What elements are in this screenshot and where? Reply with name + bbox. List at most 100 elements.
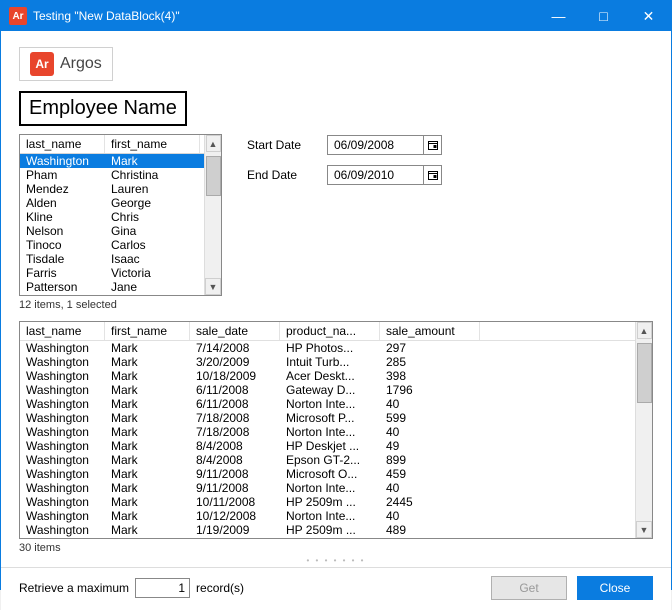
employee-list-row[interactable]: WashingtonMark bbox=[20, 154, 204, 168]
employee-list-scrollbar[interactable]: ▲ ▼ bbox=[204, 135, 221, 295]
cell-last-name: Kline bbox=[20, 210, 105, 224]
close-window-button[interactable]: ✕ bbox=[626, 1, 671, 31]
details-row[interactable]: WashingtonMark6/11/2008Gateway D...1796 bbox=[20, 383, 635, 397]
details-scroll-up-button[interactable]: ▲ bbox=[637, 322, 652, 339]
dcell-date: 10/18/2009 bbox=[190, 369, 280, 383]
details-row[interactable]: WashingtonMark9/11/2008Microsoft O...459 bbox=[20, 467, 635, 481]
close-button[interactable]: Close bbox=[577, 576, 653, 600]
dcell-product: HP 2509m ... bbox=[280, 495, 380, 509]
details-row[interactable]: WashingtonMark7/18/2008Microsoft P...599 bbox=[20, 411, 635, 425]
dcol-first-name[interactable]: first_name bbox=[105, 322, 190, 340]
minimize-button[interactable]: ― bbox=[536, 1, 581, 31]
dcell-last: Washington bbox=[20, 369, 105, 383]
employee-list-row[interactable]: PattersonJane bbox=[20, 280, 204, 294]
dcol-product[interactable]: product_na... bbox=[280, 322, 380, 340]
dcell-product: Epson GT-2... bbox=[280, 453, 380, 467]
dcell-date: 7/18/2008 bbox=[190, 411, 280, 425]
details-row[interactable]: WashingtonMark10/12/2008Norton Inte...40 bbox=[20, 509, 635, 523]
dcell-amount: 398 bbox=[380, 369, 480, 383]
dcell-product: Norton Inte... bbox=[280, 397, 380, 411]
cell-first-name: Isaac bbox=[105, 252, 200, 266]
dcell-first: Mark bbox=[105, 383, 190, 397]
col-first-name[interactable]: first_name bbox=[105, 135, 200, 153]
dcell-date: 8/4/2008 bbox=[190, 453, 280, 467]
details-row[interactable]: WashingtonMark7/18/2008Norton Inte...40 bbox=[20, 425, 635, 439]
dcell-amount: 285 bbox=[380, 355, 480, 369]
dcell-last: Washington bbox=[20, 425, 105, 439]
scroll-thumb[interactable] bbox=[206, 156, 221, 196]
col-last-name[interactable]: last_name bbox=[20, 135, 105, 153]
dcell-amount: 2445 bbox=[380, 495, 480, 509]
details-row[interactable]: WashingtonMark1/19/2009HP 2509m ...489 bbox=[20, 523, 635, 537]
dcell-date: 7/14/2008 bbox=[190, 341, 280, 355]
maximize-button[interactable]: □ bbox=[581, 1, 626, 31]
resize-grip[interactable]: • • • • • • • bbox=[19, 556, 653, 565]
employee-listbox[interactable]: last_namefirst_nameWashingtonMarkPhamChr… bbox=[19, 134, 222, 296]
employee-name-heading-box: Employee Name bbox=[19, 91, 187, 126]
dcell-last: Washington bbox=[20, 495, 105, 509]
employee-list-row[interactable]: PhamChristina bbox=[20, 168, 204, 182]
start-date-picker-icon[interactable] bbox=[423, 136, 441, 154]
details-row[interactable]: WashingtonMark8/4/2008HP Deskjet ...49 bbox=[20, 439, 635, 453]
dcell-last: Washington bbox=[20, 523, 105, 537]
app-logo: Ar Argos bbox=[19, 47, 113, 81]
retrieve-prefix: Retrieve a maximum bbox=[19, 581, 129, 595]
employee-list-row[interactable]: TinocoCarlos bbox=[20, 238, 204, 252]
employee-list-row[interactable]: AldenGeorge bbox=[20, 196, 204, 210]
get-button[interactable]: Get bbox=[491, 576, 567, 600]
cell-first-name: Gina bbox=[105, 224, 200, 238]
dcell-first: Mark bbox=[105, 495, 190, 509]
cell-first-name: Victoria bbox=[105, 266, 200, 280]
dcell-date: 6/11/2008 bbox=[190, 397, 280, 411]
details-row[interactable]: WashingtonMark9/11/2008Norton Inte...40 bbox=[20, 481, 635, 495]
dcol-amount[interactable]: sale_amount bbox=[380, 322, 480, 340]
dcell-date: 6/11/2008 bbox=[190, 383, 280, 397]
cell-last-name: Patterson bbox=[20, 280, 105, 294]
cell-last-name: Washington bbox=[20, 154, 105, 168]
end-date-value[interactable]: 06/09/2010 bbox=[328, 168, 423, 182]
employee-list-status: 12 items, 1 selected bbox=[19, 299, 221, 311]
employee-list-header[interactable]: last_namefirst_name bbox=[20, 135, 204, 154]
cell-last-name: Tisdale bbox=[20, 252, 105, 266]
dcol-sale-date[interactable]: sale_date bbox=[190, 322, 280, 340]
end-date-label: End Date bbox=[247, 168, 317, 182]
details-scrollbar[interactable]: ▲ ▼ bbox=[635, 322, 652, 538]
details-row[interactable]: WashingtonMark10/11/2008HP 2509m ...2445 bbox=[20, 495, 635, 509]
details-scroll-thumb[interactable] bbox=[637, 343, 652, 403]
details-scroll-down-button[interactable]: ▼ bbox=[636, 521, 652, 538]
end-date-picker-icon[interactable] bbox=[423, 166, 441, 184]
employee-list-row[interactable]: NelsonGina bbox=[20, 224, 204, 238]
details-row[interactable]: WashingtonMark6/11/2008Norton Inte...40 bbox=[20, 397, 635, 411]
details-row[interactable]: WashingtonMark10/18/2009Acer Deskt...398 bbox=[20, 369, 635, 383]
dcell-first: Mark bbox=[105, 509, 190, 523]
dcell-date: 10/11/2008 bbox=[190, 495, 280, 509]
scroll-down-button[interactable]: ▼ bbox=[205, 278, 221, 295]
end-date-field[interactable]: 06/09/2010 bbox=[327, 165, 442, 185]
dcell-last: Washington bbox=[20, 481, 105, 495]
dcell-first: Mark bbox=[105, 355, 190, 369]
start-date-value[interactable]: 06/09/2008 bbox=[328, 138, 423, 152]
details-header[interactable]: last_namefirst_namesale_dateproduct_na..… bbox=[20, 322, 635, 341]
employee-list-row[interactable]: KlineChris bbox=[20, 210, 204, 224]
details-row[interactable]: WashingtonMark7/14/2008HP Photos...297 bbox=[20, 341, 635, 355]
titlebar: Ar Testing "New DataBlock(4)" ― □ ✕ bbox=[1, 1, 671, 31]
scroll-up-button[interactable]: ▲ bbox=[206, 135, 221, 152]
employee-list-row[interactable]: MendezLauren bbox=[20, 182, 204, 196]
dcell-product: Acer Deskt... bbox=[280, 369, 380, 383]
dcol-last-name[interactable]: last_name bbox=[20, 322, 105, 340]
employee-list-row[interactable]: FarrisVictoria bbox=[20, 266, 204, 280]
dcell-product: Microsoft O... bbox=[280, 467, 380, 481]
dcell-amount: 40 bbox=[380, 481, 480, 495]
start-date-field[interactable]: 06/09/2008 bbox=[327, 135, 442, 155]
employee-list-row[interactable]: TisdaleIsaac bbox=[20, 252, 204, 266]
employee-name-heading: Employee Name bbox=[29, 97, 177, 119]
details-row[interactable]: WashingtonMark8/4/2008Epson GT-2...899 bbox=[20, 453, 635, 467]
dcell-product: HP Photos... bbox=[280, 341, 380, 355]
details-grid[interactable]: last_namefirst_namesale_dateproduct_na..… bbox=[19, 321, 653, 539]
cell-last-name: Alden bbox=[20, 196, 105, 210]
dcell-first: Mark bbox=[105, 467, 190, 481]
retrieve-max-input[interactable] bbox=[135, 578, 190, 598]
footer: Retrieve a maximum record(s) Get Close bbox=[1, 567, 671, 610]
details-row[interactable]: WashingtonMark3/20/2009Intuit Turb...285 bbox=[20, 355, 635, 369]
dcell-last: Washington bbox=[20, 509, 105, 523]
